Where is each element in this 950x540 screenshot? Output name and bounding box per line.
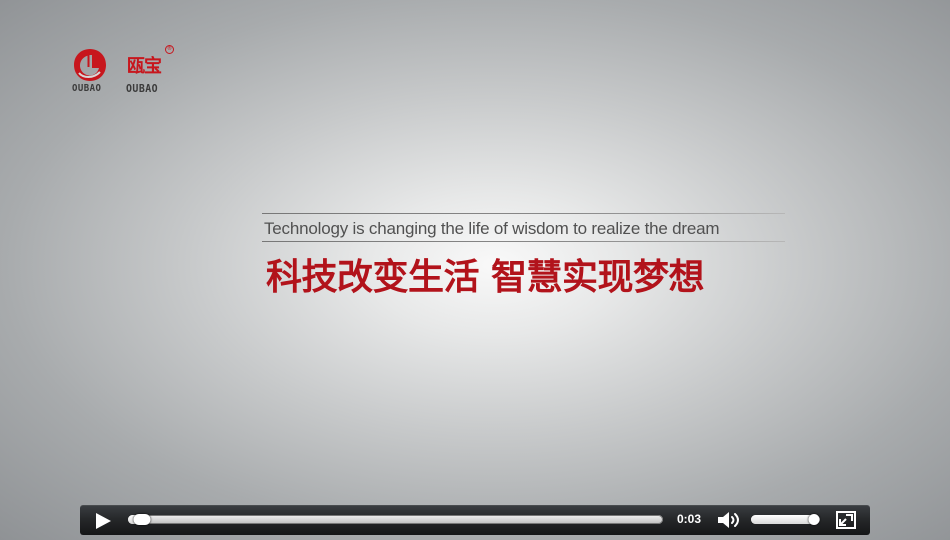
registered-mark: ® [165,45,174,54]
oubao-logo-mark-icon [74,49,106,81]
video-control-bar[interactable]: 0:03 [80,505,870,535]
chinese-slogan: 科技改变生活 智慧实现梦想 [266,257,705,298]
video-progress-bar[interactable] [128,514,663,525]
video-slogan: Technology is changing the life of wisdo… [262,213,788,298]
fullscreen-icon[interactable] [836,511,856,529]
logo-english-name-right: OUBAO [126,82,159,95]
current-time: 0:03 [676,512,702,526]
brand-logo: 瓯宝 ® OUBAO OUBAO [70,45,185,95]
volume-level-fill [751,515,815,524]
volume-slider-thumb[interactable] [808,514,820,525]
video-player[interactable]: 瓯宝 ® OUBAO OUBAO Technology is changing … [0,0,950,540]
volume-icon[interactable] [716,510,742,530]
video-progress-thumb[interactable] [133,514,151,525]
slogan-top-divider [262,213,785,214]
play-icon[interactable] [93,512,113,530]
logo-chinese-name: 瓯宝 [127,56,162,77]
logo-english-name-left: OUBAO [72,83,102,94]
volume-slider[interactable] [751,514,820,525]
slogan-bottom-divider [262,241,785,242]
english-slogan: Technology is changing the life of wisdo… [264,219,720,238]
